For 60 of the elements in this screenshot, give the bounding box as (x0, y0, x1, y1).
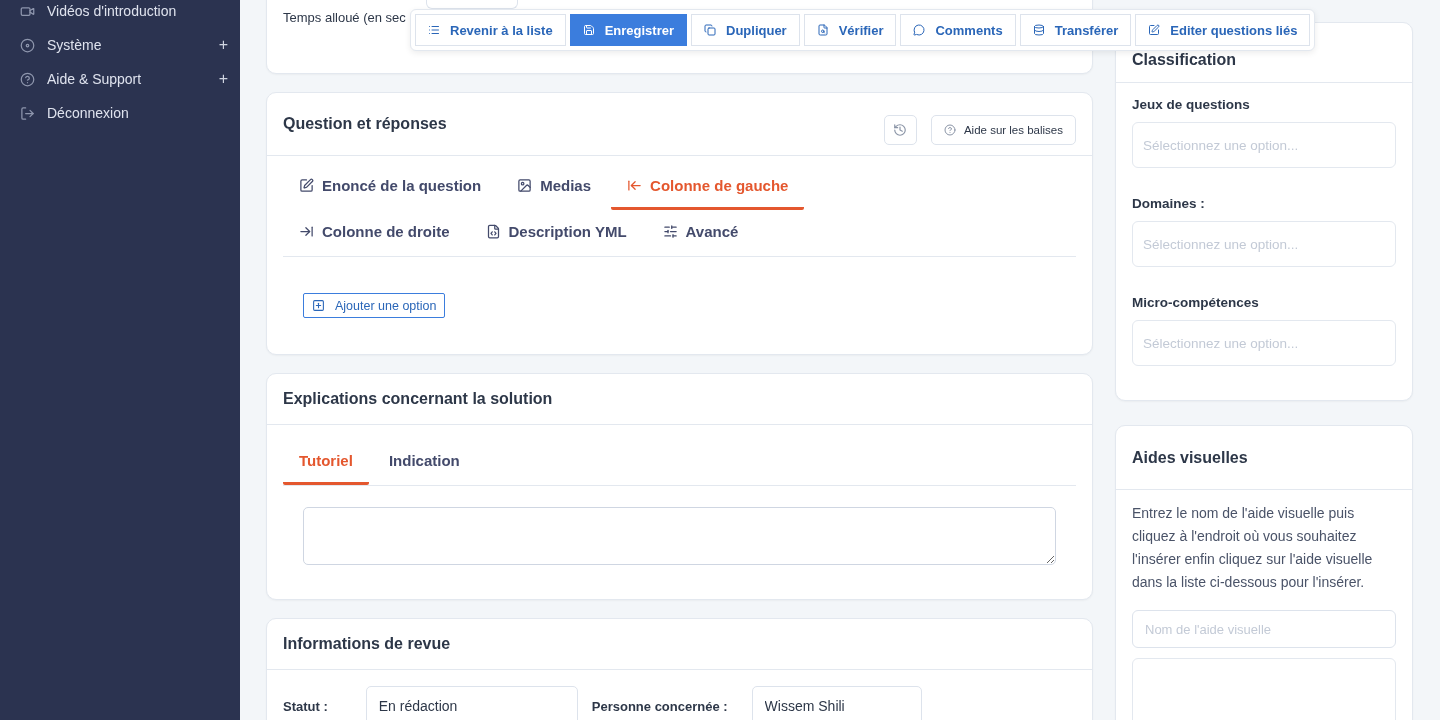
card-title: Classification (1132, 51, 1237, 69)
select-field[interactable]: Sélectionnez une option... (1132, 221, 1396, 267)
field-label: Domaines : (1132, 196, 1206, 211)
tab[interactable]: Medias (501, 164, 608, 210)
text-field[interactable]: En rédaction (365, 686, 578, 720)
field-label: Temps alloué (en sec (283, 10, 406, 25)
toolbar-button[interactable]: Transférer (1019, 14, 1132, 46)
input-field[interactable]: Nom de l'aide visuelle (1132, 610, 1396, 648)
toolbar-button[interactable]: Enregistrer (569, 14, 687, 46)
tab[interactable]: Description YML (469, 210, 643, 256)
toolbar-button[interactable]: Revenir à la liste (415, 14, 566, 46)
sliders-icon (662, 224, 678, 239)
code-file-icon (485, 224, 501, 239)
add-option-button[interactable]: Ajouter une option (303, 293, 446, 318)
select-field[interactable]: Sélectionnez une option... (1132, 122, 1396, 168)
help-icon (943, 124, 956, 136)
tab[interactable]: Colonne de droite (283, 210, 466, 256)
logout-icon (20, 105, 35, 121)
list-icon (428, 24, 440, 36)
select-field[interactable]: Sélectionnez une option... (1132, 320, 1396, 366)
tab[interactable]: Colonne de gauche (611, 164, 805, 210)
field-label: Statut : (283, 698, 328, 714)
chat-bubble-icon (913, 24, 926, 36)
help-icon (20, 71, 35, 87)
image-icon (517, 178, 533, 193)
tab[interactable]: Enoncé de la question (283, 164, 498, 210)
tab[interactable]: Avancé (646, 210, 755, 256)
document-search-icon (816, 24, 829, 36)
tab[interactable]: Indication (372, 439, 476, 485)
database-icon (1032, 24, 1045, 36)
copy-icon (704, 24, 716, 36)
card-title: Question et réponses (283, 115, 447, 133)
field-label: Micro-compétences (1132, 295, 1260, 310)
edit-icon (299, 178, 314, 193)
sidebar-item[interactable]: Aide & Support + (0, 62, 240, 96)
card-title: Aides visuelles (1132, 448, 1248, 467)
instructions-text: Entrez le nom de l'aide visuelle puis cliquez à l'endroit où vous souhaitez l'insérer enfin cliquez sur l'aide visuelle dans la liste ci-dessous pour l'insérer. (1132, 504, 1374, 592)
history-icon (893, 123, 908, 137)
text-field[interactable]: Wissem Shili (751, 686, 922, 720)
sidebar-item[interactable]: Vidéos d'introduction (0, 0, 240, 28)
arrow-left-to-line-icon (627, 178, 643, 193)
plus-square-icon (312, 299, 325, 312)
text-area[interactable] (303, 507, 1056, 565)
tab[interactable]: Tutoriel (283, 439, 369, 485)
arrow-right-to-line-icon (299, 224, 314, 239)
card-title: Explications concernant la solution (283, 390, 553, 408)
sidebar-item[interactable]: Déconnexion (0, 96, 240, 130)
help-button[interactable]: Aide sur les balises (930, 115, 1076, 145)
edit-icon (1148, 24, 1161, 36)
target-icon (20, 37, 35, 53)
field-label: Jeux de questions (1132, 97, 1251, 112)
toolbar-button[interactable]: Dupliquer (691, 14, 800, 46)
history-button[interactable] (883, 115, 917, 145)
save-icon (582, 24, 595, 36)
toolbar-button[interactable]: Editer questions liés (1135, 14, 1311, 46)
toolbar-button[interactable]: Vérifier (803, 14, 897, 46)
card-title: Informations de revue (283, 635, 451, 653)
field-label: Personne concernée : (591, 698, 728, 714)
toolbar-button[interactable]: Comments (900, 14, 1016, 46)
sidebar-item[interactable]: Système + (0, 28, 240, 62)
